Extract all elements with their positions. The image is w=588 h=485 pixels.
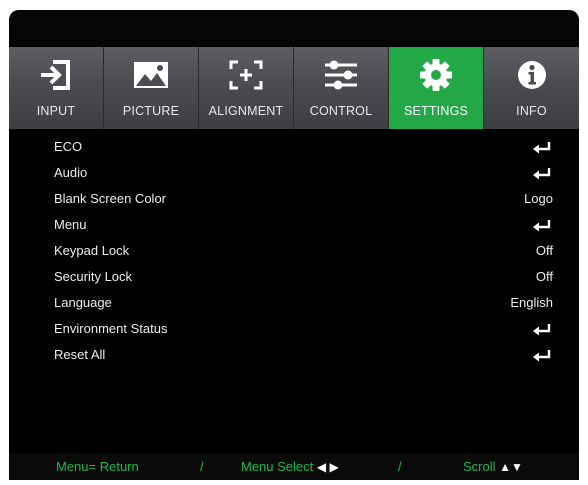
tab-settings[interactable]: SETTINGS [389, 47, 484, 129]
menu-item-value: English [510, 295, 553, 310]
menu-item-value: Logo [524, 191, 553, 206]
scroll-label: Scroll [463, 459, 496, 474]
enter-icon [533, 220, 551, 232]
tab-label: ALIGNMENT [208, 104, 284, 118]
control-icon [294, 55, 388, 95]
tab-label: INPUT [36, 104, 76, 118]
menu-item-blank-screen-color[interactable]: Blank Screen Color Logo [9, 186, 579, 212]
title-bar [9, 10, 579, 46]
settings-menu-list: ECO Audio Blank Screen Color Logo Menu K… [9, 134, 579, 368]
tab-info[interactable]: INFO [484, 47, 579, 129]
alignment-icon [199, 55, 293, 95]
menu-item-label: Audio [54, 165, 88, 180]
menu-item-value: Off [535, 243, 553, 258]
info-icon [484, 55, 579, 95]
tab-label: PICTURE [122, 104, 180, 118]
input-icon [9, 55, 103, 95]
tab-label: CONTROL [309, 104, 373, 118]
osd-menu-window: INPUT PICTURE ALIGNMENT CONTROL SETTINGS… [9, 10, 579, 480]
tab-input[interactable]: INPUT [9, 47, 104, 129]
scroll-hint: Scroll ▲▼ [463, 459, 523, 474]
menu-item-eco[interactable]: ECO [9, 134, 579, 160]
menu-item-label: Keypad Lock [54, 243, 130, 258]
menu-item-label: Reset All [54, 347, 106, 362]
menu-select-hint: Menu Select ◀ ▶ [241, 459, 339, 474]
tab-bar: INPUT PICTURE ALIGNMENT CONTROL SETTINGS… [9, 47, 579, 129]
menu-select-label: Menu Select [241, 459, 314, 474]
return-hint: Menu= Return [56, 459, 139, 474]
menu-item-menu[interactable]: Menu [9, 212, 579, 238]
left-right-arrows-icon: ◀ ▶ [316, 460, 339, 474]
menu-item-label: Security Lock [54, 269, 133, 284]
tab-alignment[interactable]: ALIGNMENT [199, 47, 294, 129]
menu-item-environment-status[interactable]: Environment Status [9, 316, 579, 342]
menu-item-reset-all[interactable]: Reset All [9, 342, 579, 368]
enter-icon [533, 142, 551, 154]
menu-item-label: Environment Status [54, 321, 168, 336]
menu-item-label: ECO [54, 139, 83, 154]
menu-item-language[interactable]: Language English [9, 290, 579, 316]
tab-picture[interactable]: PICTURE [104, 47, 199, 129]
enter-icon [533, 168, 551, 180]
separator: / [200, 459, 204, 474]
menu-item-label: Blank Screen Color [54, 191, 166, 206]
enter-icon [533, 324, 551, 336]
tab-label: INFO [516, 104, 547, 118]
menu-item-security-lock[interactable]: Security Lock Off [9, 264, 579, 290]
menu-item-label: Menu [54, 217, 87, 232]
menu-item-value: Off [535, 269, 553, 284]
separator: / [398, 459, 402, 474]
tab-control[interactable]: CONTROL [294, 47, 389, 129]
menu-item-label: Language [54, 295, 112, 310]
menu-item-keypad-lock[interactable]: Keypad Lock Off [9, 238, 579, 264]
tab-label: SETTINGS [403, 104, 469, 118]
up-down-arrows-icon: ▲▼ [499, 460, 523, 474]
picture-icon [104, 55, 198, 95]
help-footer: Menu= Return / Menu Select ◀ ▶ / Scroll … [9, 453, 579, 480]
gear-icon [389, 55, 483, 95]
menu-item-audio[interactable]: Audio [9, 160, 579, 186]
enter-icon [533, 350, 551, 362]
